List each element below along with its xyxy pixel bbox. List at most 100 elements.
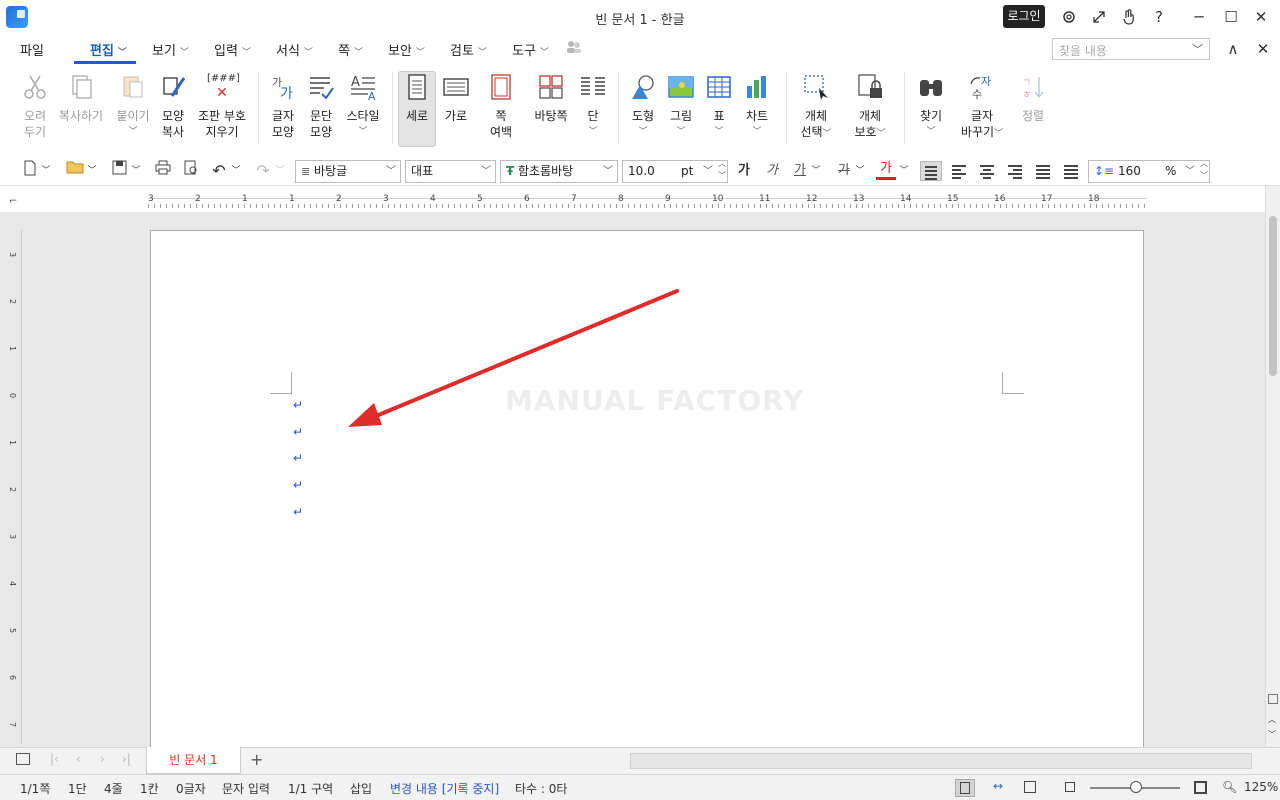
align-left-button[interactable]	[948, 161, 970, 181]
chevron-down-icon[interactable]: ﹀	[230, 160, 242, 182]
paragraph-mark[interactable]: ↵	[293, 425, 303, 439]
status-page[interactable]: 1/1쪽	[20, 780, 50, 797]
find-input[interactable]: 찾을 내용 ﹀	[1052, 38, 1210, 60]
underline-button[interactable]: 가	[790, 160, 810, 182]
chevron-down-icon[interactable]: ﹀	[810, 160, 822, 182]
redo-icon[interactable]: ↷	[252, 160, 274, 182]
page-up-button[interactable]	[1268, 694, 1278, 704]
para-shape-button[interactable]: 문단 모양	[298, 72, 344, 140]
login-button[interactable]: 로그인	[1003, 5, 1045, 28]
chevron-down-icon[interactable]: ﹀	[854, 160, 866, 182]
menu-format[interactable]: 서식 ﹀	[276, 40, 313, 59]
chevron-down-icon[interactable]: ﹀	[703, 161, 713, 182]
landscape-button[interactable]: 가로	[436, 72, 476, 124]
add-tab-button[interactable]: +	[250, 750, 263, 769]
erase-marks-button[interactable]: [###] ✕ 조판 부호 지우기	[194, 72, 250, 140]
chevron-down-icon[interactable]: ﹀	[86, 160, 98, 182]
sort-button[interactable]: ㄱㅎ 정렬	[1008, 72, 1058, 124]
menu-page[interactable]: 쪽 ﹀	[338, 40, 363, 59]
undo-icon[interactable]: ↶	[208, 160, 230, 182]
vertical-ruler[interactable]: 3 2 1 0 1 2 3 4 5 6 7	[8, 230, 22, 745]
portrait-button[interactable]: 세로	[398, 71, 436, 147]
view-page-button[interactable]	[955, 779, 975, 797]
copy-button[interactable]: 복사하기	[54, 72, 108, 124]
strikethrough-button[interactable]: 가	[834, 160, 854, 182]
menu-tools[interactable]: 도구 ﹀	[512, 40, 549, 59]
first-tab-icon[interactable]: |‹	[50, 752, 59, 766]
print-preview-icon[interactable]	[180, 160, 202, 182]
object-protect-button[interactable]: 개체 보호﹀	[844, 72, 896, 142]
menu-edit[interactable]: 편집 ﹀	[90, 40, 127, 59]
menu-view[interactable]: 보기 ﹀	[152, 40, 189, 59]
format-copy-button[interactable]: 모양 복사	[148, 72, 198, 140]
paragraph-style-select[interactable]: ≣ 바탕글 ﹀	[295, 160, 401, 183]
align-right-button[interactable]	[1004, 161, 1026, 181]
people-icon[interactable]	[566, 40, 582, 58]
tab-type-icon[interactable]: ⌐	[9, 196, 17, 207]
align-divide-button[interactable]	[1060, 161, 1082, 181]
zoom-level[interactable]: 125%	[1244, 780, 1278, 794]
paragraph-mark[interactable]: ↵	[293, 478, 303, 492]
paragraph-mark[interactable]: ↵	[293, 451, 303, 465]
chevron-down-icon[interactable]: ﹀	[40, 160, 52, 182]
maximize-button[interactable]: ☐	[1220, 6, 1242, 28]
new-document-icon[interactable]	[20, 160, 40, 182]
italic-button[interactable]: 가	[762, 160, 782, 182]
find-button[interactable]: 찾기 ﹀	[906, 72, 956, 140]
prev-tab-icon[interactable]: ‹	[76, 752, 81, 766]
chevron-down-icon[interactable]: ﹀	[1185, 161, 1195, 182]
tab-list-icon[interactable]	[16, 753, 30, 765]
align-distribute-button[interactable]	[1032, 161, 1054, 181]
expand-icon[interactable]	[1088, 6, 1110, 28]
chevron-down-icon[interactable]: ﹀	[1268, 729, 1276, 740]
bold-button[interactable]: 가	[734, 160, 754, 182]
help-icon[interactable]: ?	[1148, 6, 1170, 28]
language-select[interactable]: 대표 ﹀	[405, 160, 496, 183]
horizontal-scrollbar[interactable]	[630, 753, 1252, 769]
chevron-up-icon[interactable]: ︿	[1268, 714, 1276, 725]
scrollbar-thumb[interactable]	[1269, 216, 1277, 376]
style-button[interactable]: AA 스타일 ﹀	[340, 72, 386, 140]
object-select-button[interactable]: 개체 선택﹀	[790, 72, 842, 142]
cut-button[interactable]: 오려 두기	[10, 72, 60, 140]
menu-insert[interactable]: 입력 ﹀	[214, 40, 251, 59]
chevron-down-icon[interactable]: ﹀	[130, 160, 142, 182]
open-folder-icon[interactable]	[64, 160, 86, 182]
chart-button[interactable]: 차트 ﹀	[734, 72, 780, 140]
spinner-icon[interactable]: ︿ ﹀	[718, 158, 726, 182]
menu-file[interactable]: 파일	[20, 40, 44, 59]
paragraph-mark[interactable]: ↵	[293, 398, 303, 412]
hand-icon[interactable]	[1118, 6, 1140, 28]
menu-review[interactable]: 검토 ﹀	[450, 40, 487, 59]
chevron-down-icon[interactable]: ﹀	[898, 160, 910, 182]
status-insert[interactable]: 삽입	[350, 780, 372, 797]
gear-icon[interactable]	[1058, 6, 1080, 28]
column-button[interactable]: 단 ﹀	[568, 72, 618, 140]
chevron-down-icon[interactable]: ﹀	[274, 160, 286, 182]
zoom-out-icon[interactable]	[1060, 779, 1080, 797]
menu-security[interactable]: 보안 ﹀	[388, 40, 425, 59]
status-track-changes[interactable]: 변경 내용 [기록 중지]	[390, 780, 499, 797]
fit-width-icon[interactable]: ↔	[988, 779, 1008, 797]
zoom-in-icon[interactable]	[1190, 779, 1210, 797]
font-size-input[interactable]: 10.0 pt ﹀ ︿ ﹀	[622, 158, 728, 183]
align-center-button[interactable]	[976, 161, 998, 181]
zoom-slider-knob[interactable]	[1130, 781, 1142, 793]
collapse-ribbon-button[interactable]: ∧	[1222, 38, 1244, 60]
minimize-button[interactable]: ─	[1188, 6, 1210, 28]
align-justify-button[interactable]	[920, 161, 942, 181]
save-icon[interactable]	[108, 160, 130, 182]
replace-button[interactable]: 자수 글자 바꾸기﹀	[956, 72, 1008, 142]
magnifier-icon[interactable]: 🔍︎	[1222, 780, 1237, 794]
print-icon[interactable]	[152, 160, 174, 182]
chevron-down-icon[interactable]: ﹀	[1192, 41, 1203, 57]
horizontal-ruler[interactable]: 3 2 1 1 2 3 4 5 6 7 8 9 10 11 12 13 14 15 16 17 18	[148, 192, 1146, 212]
font-select[interactable]: Ŧ 함초롬바탕 ﹀	[500, 160, 618, 183]
page-margin-button[interactable]: 쪽 여백	[476, 72, 526, 140]
line-spacing-input[interactable]: ↕≡ 160 % ﹀ ︿ ﹀	[1088, 159, 1210, 183]
fit-page-button[interactable]	[1020, 779, 1040, 797]
paragraph-mark[interactable]: ↵	[293, 505, 303, 519]
close-document-button[interactable]: ✕	[1252, 38, 1274, 60]
font-color-button[interactable]: 가	[876, 160, 896, 180]
vertical-scrollbar[interactable]: ︿ ﹀	[1265, 186, 1280, 747]
